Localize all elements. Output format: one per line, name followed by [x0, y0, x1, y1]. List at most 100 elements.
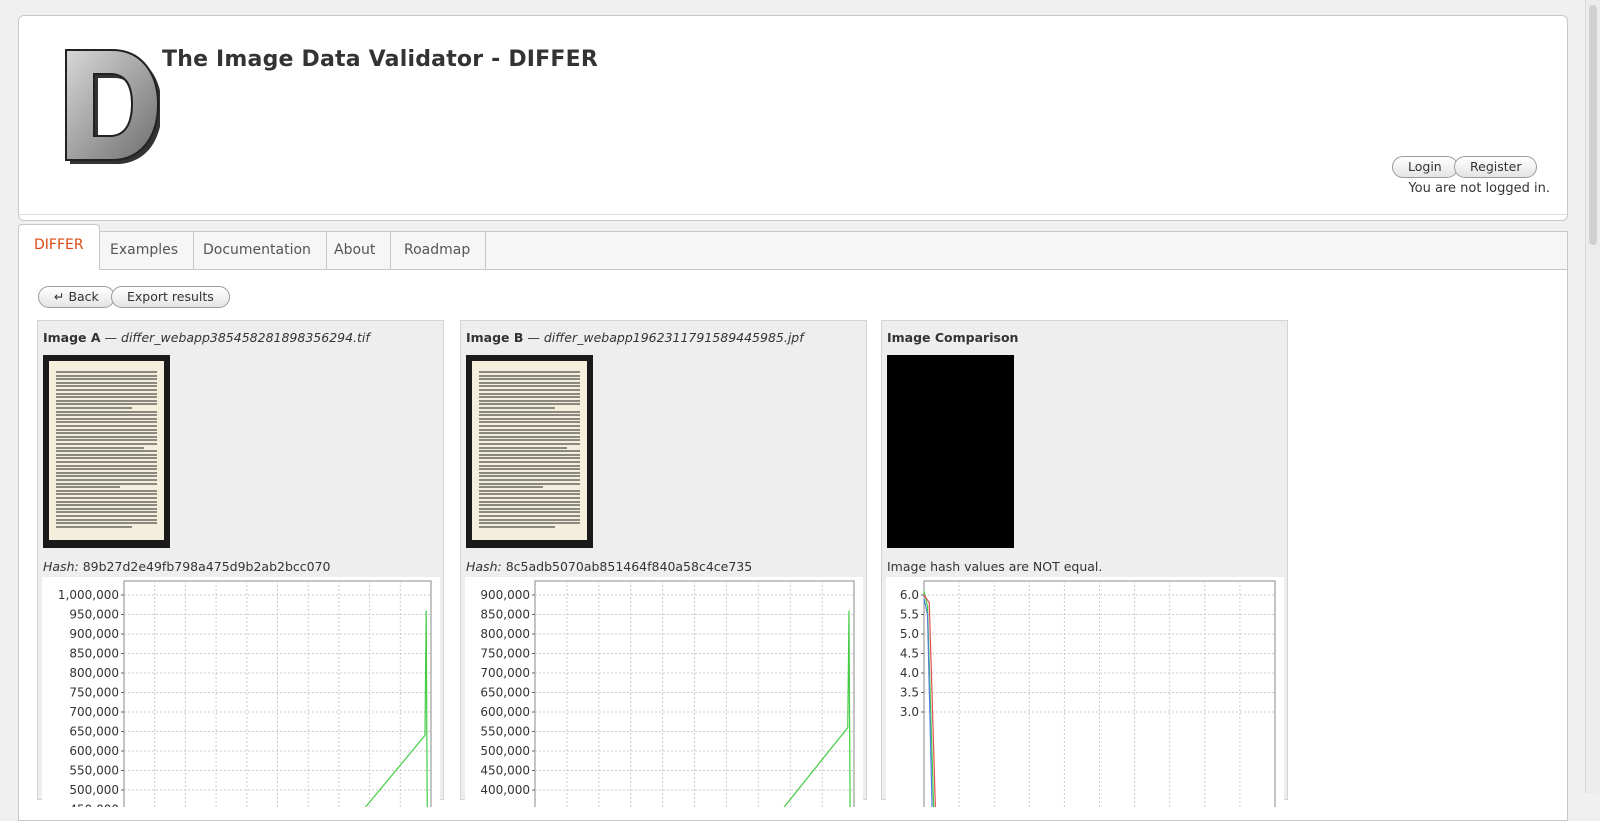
y-tick-label: 800,000: [480, 627, 530, 641]
text-line: [479, 439, 580, 442]
header-panel: [18, 15, 1568, 221]
y-tick-label: 850,000: [480, 608, 530, 622]
text-line: [56, 457, 157, 460]
text-line: [479, 471, 580, 474]
text-line: [479, 381, 580, 384]
y-tick-label: 700,000: [480, 666, 530, 680]
text-line: [479, 392, 580, 395]
text-line: [479, 479, 580, 481]
text-line: [479, 378, 580, 381]
text-line: [479, 371, 580, 373]
text-line: [479, 425, 580, 427]
text-line: [479, 497, 580, 499]
y-tick-label: 400,000: [480, 783, 530, 797]
text-line: [479, 500, 580, 503]
vertical-scrollbar[interactable]: [1585, 0, 1600, 793]
text-line: [56, 450, 157, 453]
y-tick-label: 3.0: [900, 705, 919, 719]
text-line: [56, 500, 157, 503]
y-tick-label: 450,000: [480, 764, 530, 778]
text-line: [56, 417, 157, 420]
text-line: [479, 457, 580, 460]
text-line: [56, 371, 157, 373]
text-line: [56, 421, 157, 424]
y-tick-label: 650,000: [480, 686, 530, 700]
tab-differ[interactable]: DIFFER: [18, 224, 100, 270]
hash-label: Hash:: [466, 559, 502, 574]
text-line: [56, 399, 157, 402]
text-line: [479, 396, 580, 399]
image-a-thumbnail[interactable]: [43, 355, 170, 548]
comparison-panel: Image Comparison Image hash values are N…: [881, 320, 1288, 807]
y-tick-label: 550,000: [480, 725, 530, 739]
text-line: [479, 518, 580, 521]
image-a-histogram: 1,000,000 950,000 900,000 850,000 800,000 750…: [42, 577, 440, 807]
text-line: [479, 399, 580, 402]
text-line: [479, 435, 580, 438]
export-results-button[interactable]: Export results: [111, 286, 230, 308]
text-line: [56, 464, 157, 467]
y-tick-label: 450,000: [69, 803, 119, 808]
y-tick-label: 650,000: [69, 725, 119, 739]
back-button[interactable]: ↵ Back: [38, 286, 115, 308]
text-line: [479, 453, 580, 456]
text-line: [479, 410, 580, 413]
text-line: [56, 407, 132, 409]
image-b-thumbnail[interactable]: [466, 355, 593, 548]
text-line: [56, 439, 157, 442]
scrollbar-thumb[interactable]: [1589, 5, 1597, 245]
y-tick-label: 750,000: [69, 686, 119, 700]
text-line: [56, 461, 157, 463]
text-line: [479, 489, 580, 492]
text-line: [479, 417, 580, 420]
text-line: [56, 414, 157, 417]
image-b-filename: differ_webapp1962311791589445985.jpf: [543, 330, 804, 345]
comparison-image[interactable]: [887, 355, 1014, 548]
tab-examples[interactable]: Examples: [95, 231, 195, 270]
title-separator: —: [100, 330, 122, 345]
tab-about[interactable]: About: [319, 231, 392, 270]
text-line: [56, 489, 157, 492]
image-a-filename: differ_webapp385458281898356294.tif: [121, 330, 370, 345]
text-line: [56, 381, 157, 384]
y-tick-label: 1,000,000: [58, 588, 119, 602]
text-line: [56, 518, 157, 521]
y-tick-label: 5.5: [900, 608, 919, 622]
register-button[interactable]: Register: [1454, 156, 1538, 178]
text-line: [56, 482, 157, 485]
text-line: [479, 461, 580, 463]
text-line: [479, 432, 580, 435]
text-line: [479, 428, 580, 431]
image-a-hash: Hash: 89b27d2e49fb798a475d9b2ab2bcc070: [43, 559, 331, 574]
text-line: [479, 421, 580, 424]
text-line: [56, 507, 157, 510]
tab-roadmap[interactable]: Roadmap: [389, 231, 487, 270]
text-line: [56, 378, 157, 381]
image-a-title: Image A — differ_webapp38545828189835629…: [43, 330, 370, 345]
y-tick-label: 6.0: [900, 588, 919, 602]
login-button[interactable]: Login: [1392, 156, 1458, 178]
text-line: [479, 468, 580, 471]
image-b-panel: Image B — differ_webapp19623117915894459…: [460, 320, 867, 807]
y-tick-label: 5.0: [900, 627, 919, 641]
text-line: [56, 443, 157, 445]
image-b-hash: Hash: 8c5adb5070ab851464f840a58c4ce735: [466, 559, 752, 574]
text-line: [56, 515, 157, 517]
tab-documentation[interactable]: Documentation: [188, 231, 327, 270]
text-line: [56, 511, 157, 514]
text-line: [479, 443, 580, 445]
text-line: [479, 450, 580, 453]
y-tick-label: 500,000: [480, 744, 530, 758]
comparison-result: Image hash values are NOT equal.: [887, 559, 1103, 574]
y-tick-label: 500,000: [69, 783, 119, 797]
text-line: [479, 507, 580, 510]
y-tick-label: 900,000: [480, 588, 530, 602]
text-line: [56, 392, 157, 395]
image-b-histogram: 900,000 850,000 800,000 750,000 700,000 650,0…: [465, 577, 863, 807]
text-line: [479, 403, 580, 406]
y-tick-label: 800,000: [69, 666, 119, 680]
y-tick-label: 700,000: [69, 705, 119, 719]
text-line: [479, 385, 580, 388]
text-line: [479, 475, 580, 478]
y-tick-label: 750,000: [480, 647, 530, 661]
